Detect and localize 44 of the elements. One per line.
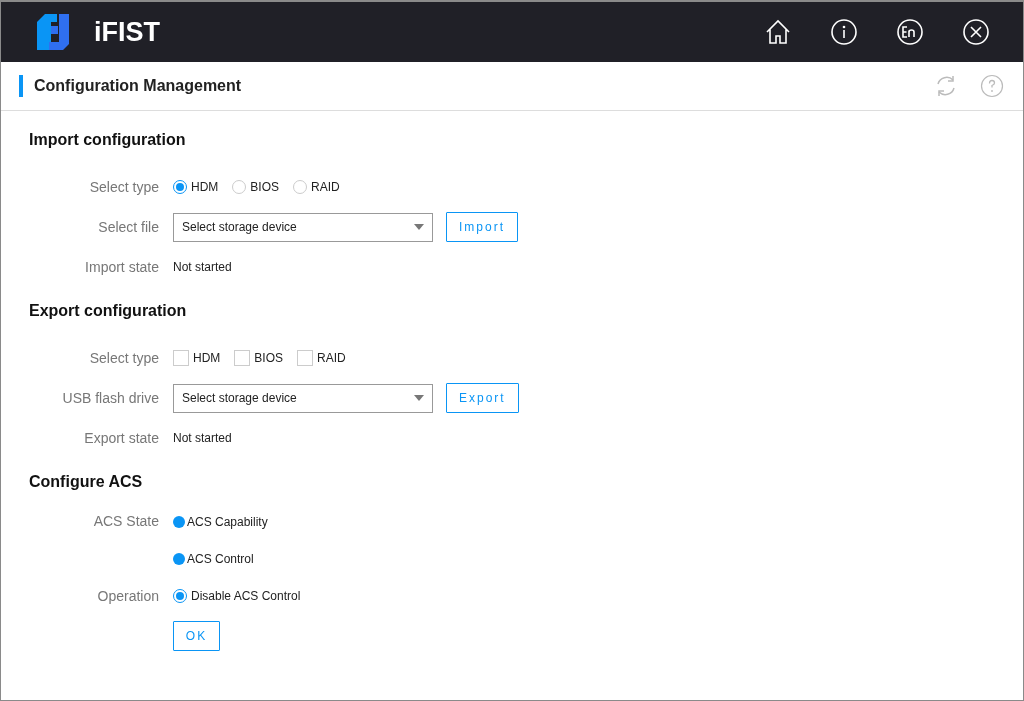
section-heading: Configure ACS — [29, 473, 144, 492]
help-icon[interactable] — [980, 74, 1004, 98]
option-label[interactable]: RAID — [317, 351, 346, 365]
section-heading: Export configuration — [29, 302, 188, 321]
dropdown[interactable]: Select storage device — [173, 212, 433, 242]
radio-button[interactable] — [173, 589, 187, 603]
status-label: ACS Capability — [187, 515, 268, 529]
field-label: USB flash drive — [61, 390, 159, 406]
close-icon[interactable] — [962, 18, 990, 46]
dropdown-value: Select storage device — [182, 391, 297, 405]
option-label[interactable]: BIOS — [254, 351, 283, 365]
radio-button[interactable] — [232, 180, 247, 194]
section-heading: Import configuration — [29, 131, 187, 150]
status-value: Not started — [173, 431, 232, 445]
status-value: Not started — [173, 260, 232, 274]
accent-bar — [19, 75, 23, 97]
option-label[interactable]: BIOS — [250, 180, 279, 194]
field-label: Export state — [83, 430, 159, 446]
app-name: iFIST — [94, 16, 161, 48]
field-label: Select type — [88, 350, 159, 366]
info-icon[interactable] — [830, 18, 858, 46]
radio-button[interactable] — [173, 180, 187, 194]
refresh-icon[interactable] — [934, 74, 958, 98]
option-label[interactable]: Disable ACS Control — [191, 589, 301, 603]
status-label: ACS Control — [187, 552, 254, 566]
home-icon[interactable] — [764, 18, 792, 46]
field-label: Operation — [96, 588, 159, 604]
language-icon[interactable] — [896, 18, 924, 46]
checkbox[interactable] — [234, 350, 251, 366]
caret-icon — [414, 224, 424, 230]
field-label: Select file — [97, 219, 159, 235]
option-label[interactable]: HDM — [193, 351, 221, 365]
radio-button[interactable] — [293, 180, 307, 194]
field-label: Select type — [88, 179, 159, 195]
checkbox[interactable] — [173, 350, 189, 366]
dropdown[interactable]: Select storage device — [173, 383, 433, 413]
page-title: Configuration Management — [34, 77, 243, 95]
option-label[interactable]: RAID — [311, 180, 340, 194]
field-label: ACS State — [92, 512, 159, 529]
field-label: Import state — [84, 259, 159, 275]
checkbox[interactable] — [297, 350, 313, 366]
caret-icon — [414, 395, 424, 401]
dropdown-value: Select storage device — [182, 220, 297, 234]
option-label[interactable]: HDM — [191, 180, 219, 194]
